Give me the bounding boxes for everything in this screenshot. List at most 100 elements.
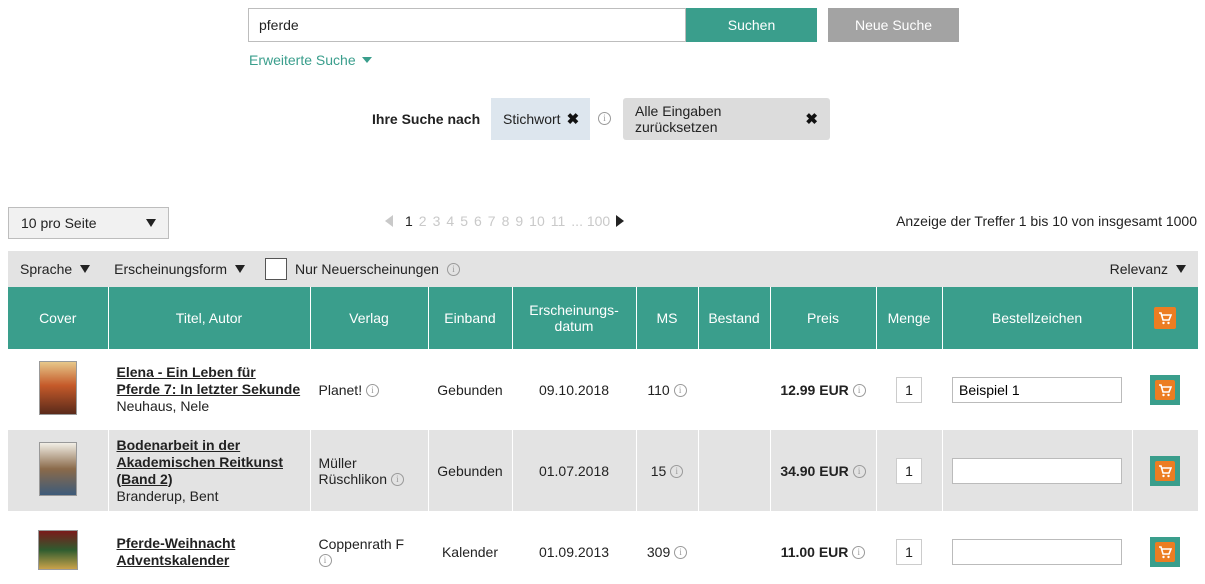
table-row: Bodenarbeit in der Akademischen Reitkuns… (8, 430, 1199, 511)
price-value: 12.99 EUR (780, 381, 849, 398)
qty-cell: 1 (876, 511, 943, 584)
sort-select[interactable]: Relevanz (1110, 261, 1186, 277)
reset-chip-label: Alle Eingaben zurücksetzen (635, 103, 722, 135)
cart-icon (1155, 541, 1175, 562)
ms-cell: 309 i (636, 511, 699, 584)
new-only-filter: Nur Neuerscheinungen i (264, 258, 460, 280)
cart-icon[interactable] (1154, 307, 1176, 329)
search-input[interactable] (248, 8, 686, 42)
col-header-binding[interactable]: Einband (428, 287, 513, 349)
cart-cell (1132, 349, 1199, 430)
col-header-date[interactable]: Erscheinungs- datum (512, 287, 637, 349)
keyword-filter-chip[interactable]: Stichwort ✖ (491, 98, 590, 140)
search-for-label: Ihre Suche nach (372, 111, 481, 127)
col-header-cover: Cover (8, 287, 109, 349)
page-link[interactable]: 2 (419, 213, 427, 229)
reset-all-chip[interactable]: Alle Eingaben zurücksetzen ✖ (623, 98, 830, 140)
quantity-input[interactable]: 1 (896, 538, 922, 565)
page-link[interactable]: 10 (529, 213, 545, 229)
price-cell: 11.00 EUR i (770, 511, 877, 584)
price-value: 34.90 EUR (780, 462, 849, 479)
results-table: Cover Titel, Autor Verlag Einband Ersche… (8, 287, 1199, 584)
date-cell: 01.07.2018 (512, 430, 637, 511)
cart-icon (1155, 379, 1175, 400)
info-icon[interactable]: i (318, 554, 332, 568)
col-header-publisher[interactable]: Verlag (310, 287, 429, 349)
info-icon[interactable]: i (598, 112, 611, 125)
book-title-link[interactable]: Elena - Ein Leben für Pferde 7: In letzt… (117, 364, 302, 398)
title-cell: Elena - Ein Leben für Pferde 7: In letzt… (108, 349, 311, 430)
order-ref-cell (942, 430, 1133, 511)
publisher-cell: Planet! i (310, 349, 429, 430)
col-header-ms[interactable]: MS (636, 287, 699, 349)
new-only-label: Nur Neuerscheinungen (294, 261, 439, 277)
table-row: Elena - Ein Leben für Pferde 7: In letzt… (8, 349, 1199, 430)
info-icon[interactable]: i (852, 546, 866, 560)
page-link[interactable]: 5 (460, 213, 468, 229)
order-ref-input[interactable] (952, 376, 1122, 403)
language-filter[interactable]: Sprache (20, 261, 91, 277)
advanced-search-label: Erweiterte Suche (249, 52, 356, 68)
col-header-title[interactable]: Titel, Autor (108, 287, 311, 349)
page-link[interactable]: 11 (551, 213, 566, 229)
book-title-link[interactable]: Pferde-Weihnacht Adventskalender (117, 535, 302, 569)
col-header-qty: Menge (876, 287, 943, 349)
info-icon[interactable]: i (670, 465, 684, 479)
page-link[interactable]: 7 (488, 213, 496, 229)
date-cell: 09.10.2018 (512, 349, 637, 430)
info-icon[interactable]: i (673, 384, 687, 398)
remove-icon[interactable]: ✖ (567, 110, 580, 128)
chevron-down-icon (1176, 265, 1186, 273)
qty-cell: 1 (876, 349, 943, 430)
page-link[interactable]: 4 (446, 213, 454, 229)
book-title-link[interactable]: Bodenarbeit in der Akademischen Reitkuns… (117, 437, 302, 488)
add-to-cart-button[interactable] (1150, 455, 1180, 486)
format-filter[interactable]: Erscheinungsform (114, 261, 245, 277)
info-icon[interactable]: i (674, 546, 688, 560)
page-link[interactable]: 8 (502, 213, 510, 229)
cover-cell (8, 430, 109, 511)
info-icon[interactable]: i (365, 384, 379, 398)
col-header-stock[interactable]: Bestand (698, 287, 771, 349)
col-header-price[interactable]: Preis (770, 287, 877, 349)
info-icon[interactable]: i (446, 262, 460, 276)
book-cover-image[interactable] (38, 442, 77, 496)
book-cover-image[interactable] (38, 361, 77, 415)
info-icon[interactable]: i (852, 384, 866, 398)
page-link[interactable]: 1 (405, 213, 413, 229)
order-ref-input[interactable] (952, 538, 1122, 565)
quantity-input[interactable]: 1 (896, 457, 922, 484)
advanced-search-link[interactable]: Erweiterte Suche (249, 52, 372, 68)
sort-label: Relevanz (1109, 261, 1168, 277)
quantity-input[interactable]: 1 (896, 376, 922, 403)
remove-icon[interactable]: ✖ (805, 110, 818, 128)
ms-cell: 15 i (636, 430, 699, 511)
cover-cell (8, 511, 109, 584)
new-search-button[interactable]: Neue Suche (828, 8, 959, 42)
book-cover-image[interactable] (37, 530, 78, 570)
ms-value: 15 (650, 462, 667, 479)
chevron-down-icon (234, 265, 245, 273)
info-icon[interactable]: i (852, 465, 866, 479)
page-link[interactable]: 3 (433, 213, 441, 229)
order-ref-cell (942, 511, 1133, 584)
page-link[interactable]: ... 100 (571, 213, 610, 229)
format-filter-label: Erscheinungsform (114, 261, 227, 277)
page-link[interactable]: 6 (474, 213, 482, 229)
info-icon[interactable]: i (390, 473, 404, 487)
hits-count: Anzeige der Treffer 1 bis 10 von insgesa… (896, 213, 1197, 229)
page-link[interactable]: 9 (515, 213, 523, 229)
next-page-icon[interactable] (616, 215, 625, 227)
add-to-cart-button[interactable] (1150, 374, 1180, 405)
binding-cell: Gebunden (428, 349, 513, 430)
order-ref-input[interactable] (952, 457, 1122, 484)
prev-page-icon[interactable] (385, 215, 393, 227)
pagination: 1 2 3 4 5 6 7 8 9 10 11 ... 100 (385, 213, 625, 229)
search-button[interactable]: Suchen (686, 8, 817, 42)
add-to-cart-button[interactable] (1150, 536, 1180, 567)
new-only-checkbox[interactable] (264, 258, 287, 280)
per-page-select[interactable]: 10 pro Seite (8, 207, 169, 239)
col-header-cart[interactable] (1132, 287, 1199, 349)
ms-cell: 110 i (636, 349, 699, 430)
binding-cell: Gebunden (428, 430, 513, 511)
